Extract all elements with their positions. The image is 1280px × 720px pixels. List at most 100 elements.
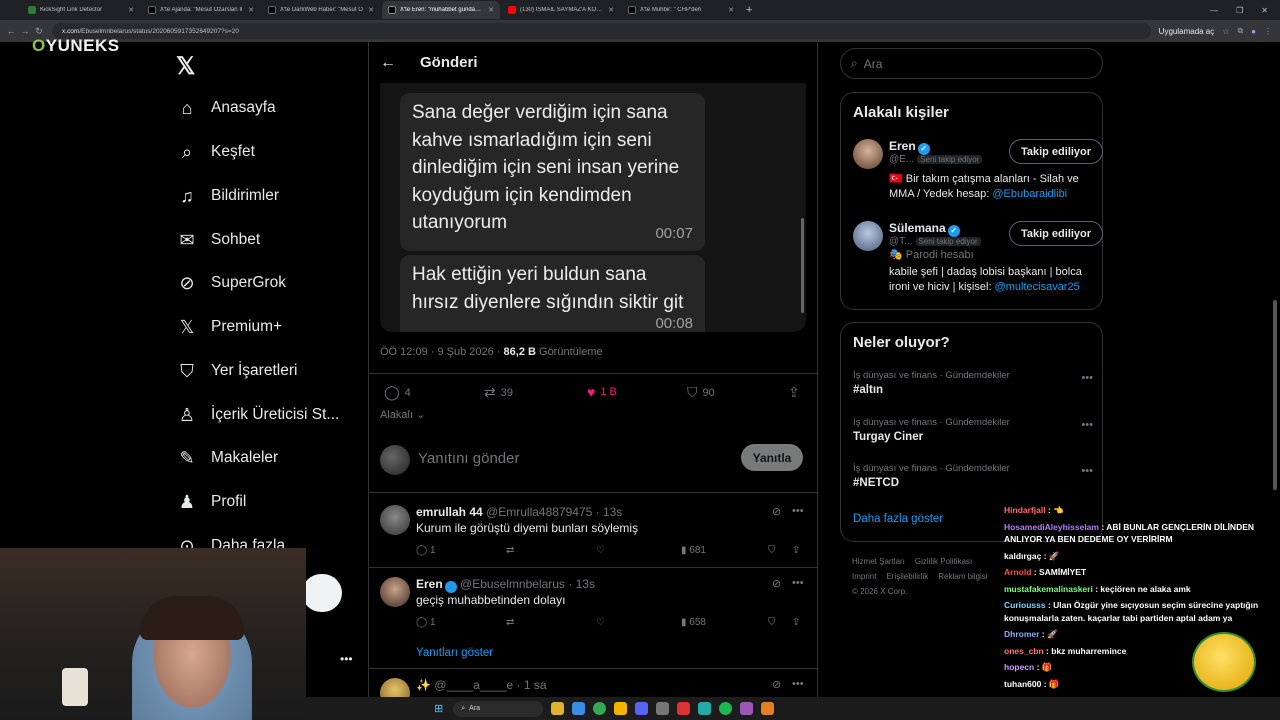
sidebar-item-messages[interactable]: ✉ Sohbet — [176, 229, 260, 251]
views-button[interactable]: ▮ 681 — [681, 545, 706, 556]
reply-input[interactable]: Yanıtını gönder — [418, 450, 519, 467]
show-replies-link[interactable]: Yanıtları göster — [416, 647, 493, 659]
bookmark-button[interactable]: ⛉ 90 — [687, 384, 715, 401]
minimize-icon[interactable]: — — [1210, 6, 1218, 15]
more-options-icon[interactable]: ••• — [792, 505, 804, 517]
app-icon[interactable] — [551, 702, 565, 715]
more-options-icon[interactable]: ••• — [792, 577, 804, 589]
following-button[interactable]: Takip ediliyor — [1009, 139, 1103, 164]
app-icon[interactable] — [677, 702, 691, 715]
share-button[interactable]: ⇪ — [788, 384, 805, 401]
account-more-icon[interactable]: ••• — [340, 652, 353, 666]
heart-icon[interactable]: ♡ — [596, 545, 605, 556]
repost-button[interactable]: ⇄ 39 — [484, 384, 513, 401]
views-button[interactable]: ▮ 658 — [681, 617, 706, 628]
sidebar-item-profile[interactable]: ♟ Profil — [176, 491, 246, 513]
trend-item[interactable]: İş dünyası ve finans · Gündemdekiler #NET… — [853, 463, 1093, 489]
more-options-icon[interactable]: ••• — [792, 678, 804, 690]
browser-tab[interactable]: X'te DarkWeb Haber: "Mesut Ö ✕ — [262, 1, 380, 19]
app-icon[interactable] — [740, 702, 754, 715]
repost-icon[interactable]: ⇄ — [506, 617, 514, 628]
trend-item[interactable]: İş dünyası ve finans · Gündemdekiler Turg… — [853, 417, 1093, 443]
reply-button[interactable]: ◯ 1 — [416, 545, 436, 556]
bio-link[interactable]: @Ebubaraidlibi — [992, 188, 1067, 200]
heart-icon[interactable]: ♡ — [596, 617, 605, 628]
sidebar-item-articles[interactable]: ✎ Makaleler — [176, 447, 278, 469]
browser-tab[interactable]: KickSight Link Detector ✕ — [22, 1, 140, 19]
share-icon[interactable]: ⇪ — [792, 545, 800, 556]
app-icon[interactable] — [761, 702, 775, 715]
reply-submit-button[interactable]: Yanıtla — [741, 444, 803, 471]
person-name[interactable]: Sülemana ✓ — [889, 221, 960, 237]
sidebar-item-home[interactable]: ⌂ Anasayfa — [176, 97, 276, 119]
sidebar-item-creator-studio[interactable]: ♙ İçerik Üreticisi St... — [176, 404, 339, 426]
trend-item[interactable]: İş dünyası ve finans · Gündemdekiler #alt… — [853, 370, 1093, 396]
share-icon[interactable]: ⇪ — [792, 617, 800, 628]
windows-start-icon[interactable]: ⊞ — [434, 702, 443, 715]
reply-button[interactable]: ◯ 1 — [416, 617, 436, 628]
page-scrollbar[interactable] — [1273, 300, 1277, 490]
browser-tab[interactable]: (130) İSMAİL SAYMAZ'A KONU ✕ — [502, 1, 620, 19]
more-options-icon[interactable]: ••• — [1081, 372, 1093, 384]
avatar[interactable] — [380, 505, 410, 535]
app-icon[interactable] — [572, 702, 586, 715]
footer-link[interactable]: Erişilebilirlik — [886, 572, 928, 581]
app-icon[interactable] — [698, 702, 712, 715]
grok-icon[interactable]: ⊘ — [772, 678, 781, 691]
footer-link[interactable]: Reklam bilgisi — [938, 572, 987, 581]
repost-icon[interactable]: ⇄ — [506, 545, 514, 556]
app-icon[interactable] — [635, 702, 649, 715]
close-window-icon[interactable]: ✕ — [1261, 6, 1268, 15]
close-tab-icon[interactable]: ✕ — [368, 6, 374, 14]
bookmark-icon[interactable]: ⛉ — [768, 545, 776, 556]
browser-tab-active[interactable]: X'te Eren: "muhabbet gundan la ✕ — [382, 1, 500, 19]
close-tab-icon[interactable]: ✕ — [728, 6, 734, 14]
footer-link[interactable]: Imprint — [852, 572, 876, 581]
back-icon[interactable]: ← — [4, 26, 18, 36]
spotify-icon[interactable] — [719, 702, 733, 715]
taskbar-search[interactable]: ⌕ Ara — [453, 700, 544, 717]
close-tab-icon[interactable]: ✕ — [488, 6, 494, 14]
bookmark-icon[interactable]: ⛉ — [768, 617, 776, 628]
chrome-icon[interactable] — [593, 702, 607, 715]
reload-icon[interactable]: ↻ — [32, 26, 46, 37]
close-tab-icon[interactable]: ✕ — [608, 6, 614, 14]
reply-button[interactable]: ◯ 4 — [384, 384, 411, 401]
following-button[interactable]: Takip ediliyor — [1009, 221, 1103, 246]
footer-link[interactable]: Gizlilik Politikası — [915, 557, 972, 566]
back-arrow-icon[interactable]: ← — [380, 54, 396, 71]
browser-tab[interactable]: X'te Muhbir: " CHP'den ✕ — [622, 1, 740, 19]
like-button[interactable]: ♥ 1 B — [587, 384, 617, 400]
url-field[interactable]: x.com/Ebuselmnbelarus/status/20206059173… — [52, 23, 1151, 39]
search-input[interactable]: ⌕ Ara — [840, 48, 1103, 79]
person-name[interactable]: Eren ✓ — [889, 139, 930, 155]
sidebar-item-bookmarks[interactable]: ⛉ Yer İşaretleri — [176, 360, 297, 382]
footer-link[interactable]: Hizmet Şartları — [852, 557, 905, 566]
sidebar-item-premium[interactable]: 𝕏 Premium+ — [176, 316, 282, 338]
post-button[interactable] — [302, 574, 342, 612]
sidebar-item-supergrok[interactable]: ⊘ SuperGrok — [176, 272, 286, 294]
close-tab-icon[interactable]: ✕ — [128, 6, 134, 14]
reply-sort-dropdown[interactable]: Alakalı ⌄ — [380, 408, 425, 421]
profile-avatar-icon[interactable]: ● — [1251, 27, 1256, 36]
grok-icon[interactable]: ⊘ — [772, 577, 781, 590]
reply-author[interactable]: Eren ✓ @Ebuselmnbelarus · 13s — [416, 577, 595, 593]
sidebar-item-notifications[interactable]: ♫ Bildirimler — [176, 185, 279, 207]
browser-tab[interactable]: X'te Ajanda: "Mesut Özarslan İl ✕ — [142, 1, 260, 19]
menu-icon[interactable]: ⋮ — [1264, 27, 1272, 36]
post-image[interactable]: Sana değer verdiğim için sana kahve ısma… — [380, 83, 806, 332]
reply-author[interactable]: emrullah 44 @Emrulla48879475 · 13s — [416, 505, 622, 519]
new-tab-button[interactable]: + — [746, 4, 752, 16]
extension-icon[interactable]: ⧉ — [1237, 26, 1243, 36]
avatar[interactable] — [853, 221, 883, 251]
more-options-icon[interactable]: ••• — [1081, 419, 1093, 431]
bio-link[interactable]: @multecisavar25 — [995, 281, 1080, 293]
app-icon[interactable] — [614, 702, 628, 715]
app-icon[interactable] — [656, 702, 670, 715]
reply-author[interactable]: ✨ @____a____e · 1 sa — [416, 678, 547, 692]
avatar[interactable] — [380, 577, 410, 607]
show-more-link[interactable]: Daha fazla göster — [853, 513, 943, 525]
star-icon[interactable]: ☆ — [1222, 27, 1229, 36]
maximize-icon[interactable]: ❐ — [1236, 6, 1243, 15]
close-tab-icon[interactable]: ✕ — [248, 6, 254, 14]
